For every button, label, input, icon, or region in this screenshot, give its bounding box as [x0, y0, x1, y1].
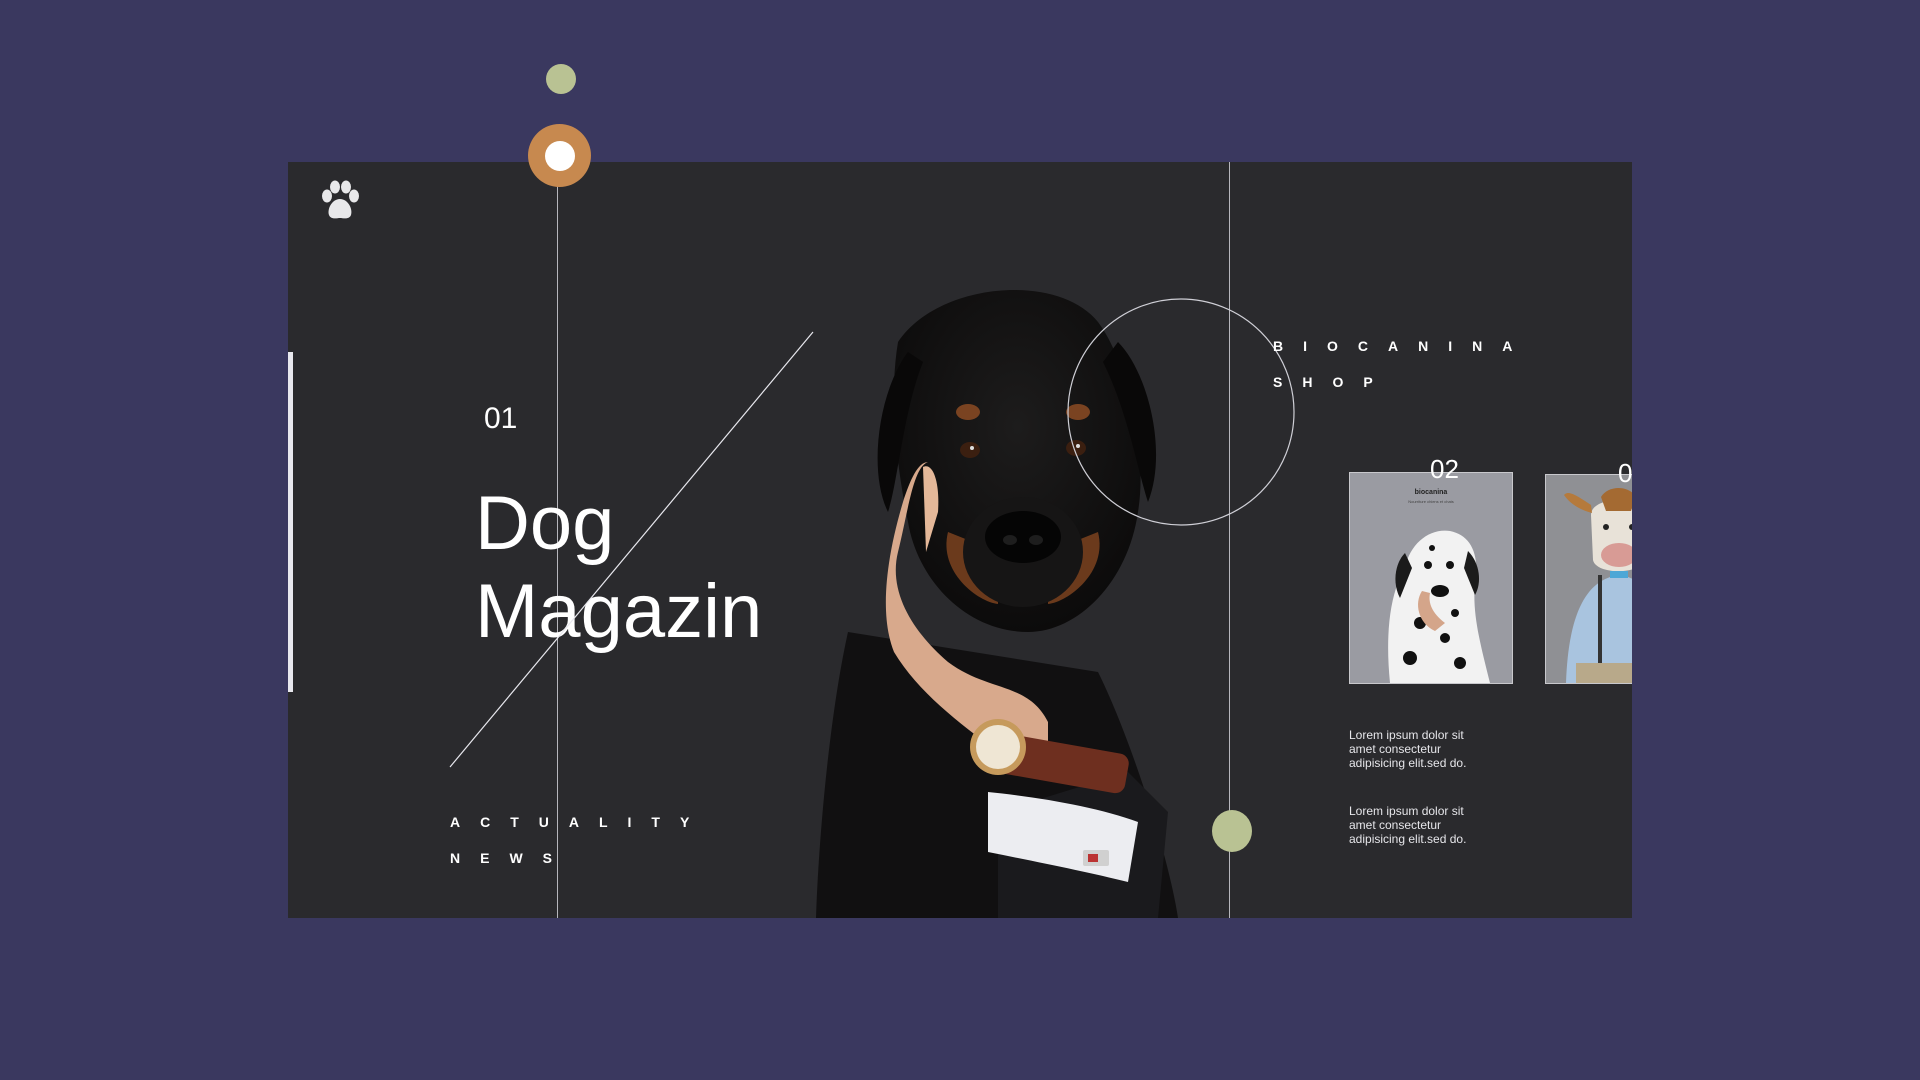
nav-link-news[interactable]: NEWS — [450, 850, 572, 866]
thumbnail-number: 02 — [1430, 454, 1459, 484]
decorative-dot-bottom — [1212, 810, 1252, 852]
description-text: Lorem ipsum dolor sit amet consectetur a… — [1349, 728, 1467, 770]
thumbnail-dalmatian[interactable]: biocanina Nourriture chiens et chats — [1349, 472, 1513, 684]
description-text: Lorem ipsum dolor sit amet consectetur a… — [1349, 804, 1467, 846]
slider-knob-center[interactable] — [545, 141, 575, 171]
thumbnail-number: 03 — [1618, 458, 1632, 488]
thumbnail-cow[interactable] — [1545, 474, 1632, 684]
shop-brand-label[interactable]: BIOCANINA — [1273, 338, 1532, 354]
nav-link-actuality[interactable]: ACTUALITY — [450, 814, 709, 830]
cow-image — [1564, 488, 1632, 683]
dalmatian-image — [1388, 530, 1490, 683]
hero-card: 01 Dog Magazin ACTUALITY NEWS BIOCANINA … — [288, 162, 1632, 918]
shop-label[interactable]: SHOP — [1273, 374, 1393, 390]
decorative-dot-top — [546, 64, 576, 94]
